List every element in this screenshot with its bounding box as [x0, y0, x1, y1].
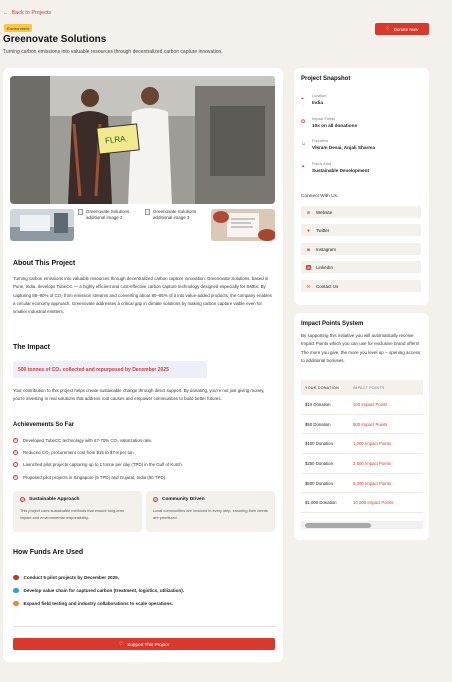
contact-us-link[interactable]: ✉ Contact Us — [301, 280, 421, 292]
about-heading: About This Project — [13, 260, 76, 267]
impact-points-heading: Impact Points System — [301, 321, 364, 327]
scrollbar-thumb[interactable] — [305, 523, 371, 528]
bullet-dot-icon — [13, 600, 19, 607]
list-item: ✓ Developed TubeCC technology with 67-70%… — [13, 437, 153, 443]
about-text: Turning carbon emissions into valuable r… — [13, 276, 272, 315]
list-item: Develop value chain for captured carbon … — [13, 584, 275, 597]
impact-points-table: YOUR DONATION IMPACT POINTS $10 Donation… — [301, 380, 423, 520]
divider — [13, 626, 275, 627]
list-item: ✓ Reduced CO₂ procurement cost from $15 t… — [13, 449, 135, 455]
bullet-dot-icon — [13, 587, 19, 594]
check-circle-icon: ✓ — [20, 497, 25, 502]
heart-icon: ♡ — [119, 641, 124, 646]
page-subtitle: Turning carbon emissions into valuable r… — [3, 49, 223, 55]
image-thumbnails: Greenovate Solutions additional image 2 … — [10, 209, 275, 241]
users-icon: ☺ — [301, 141, 307, 147]
project-snapshot-card: Project Snapshot ⌖ Location India ✪ Impac… — [294, 68, 429, 305]
table-row: $250 Donation 2,500 Impact Points — [301, 454, 423, 474]
list-item: ✓ Launched pilot projects capturing up to… — [13, 462, 183, 468]
feature-card-sustainable: ✓ Sustainable Approach This project uses … — [13, 491, 142, 532]
thumbnail-image-1[interactable] — [10, 209, 74, 241]
linkedin-link[interactable]: in LinkedIn — [301, 261, 421, 273]
table-header: YOUR DONATION IMPACT POINTS — [301, 380, 423, 395]
thumbnail-image-3[interactable]: Greenovate Solutions additional image 3 — [145, 209, 209, 221]
list-item: Conduct 5 pilot projects by December 202… — [13, 571, 275, 584]
horizontal-scrollbar[interactable] — [301, 521, 423, 529]
impact-highlight: 500 tonnes of CO₂ collected and repurpos… — [13, 361, 207, 378]
bullet-dot-icon — [13, 574, 19, 581]
feature-card-community: ✓ Community Driven Local communities are … — [146, 491, 275, 532]
table-row: $10 Donation 100 Impact Points — [301, 395, 423, 415]
project-main-card: FLRA Greenovate Solutions additional ima… — [3, 68, 283, 662]
table-row: $50 Donation 500 Impact Points — [301, 415, 423, 435]
connect-heading: Connect With Us — [301, 194, 337, 199]
heart-icon: ♡ — [385, 26, 390, 31]
mail-icon: ✉ — [306, 283, 311, 289]
snapshot-focus-area: ✦ Focus Area Sustainable Development — [301, 162, 370, 173]
twitter-link[interactable]: ♥ Twitter — [301, 224, 421, 236]
achievements-heading: Achievements So Far — [13, 422, 75, 428]
snapshot-impact-points: ✪ Impact Points 10x on all donations — [301, 117, 358, 128]
snapshot-founders: ☺ Founders Vikram Desai, Anjali Sharma — [301, 139, 376, 150]
support-project-button[interactable]: ♡ Support This Project — [13, 638, 275, 650]
list-item: ✓ Proposed pilot projects in Singapore (5… — [13, 474, 167, 480]
funds-list: Conduct 5 pilot projects by December 202… — [13, 571, 275, 610]
globe-icon: ⊕ — [306, 209, 311, 215]
check-circle-icon: ✓ — [13, 462, 18, 468]
category-tag: Environment — [4, 24, 33, 32]
table-row: $500 Donation 5,000 Impact Points — [301, 474, 423, 494]
check-circle-icon: ✓ — [13, 474, 18, 480]
map-pin-icon: ⌖ — [301, 96, 304, 102]
check-circle-icon: ✓ — [13, 437, 18, 443]
table-row: $1,000 Donation 10,000 Impact Points — [301, 493, 423, 514]
website-link[interactable]: ⊕ Website — [301, 206, 421, 218]
impact-points-card: Impact Points System By supporting this … — [294, 313, 429, 540]
impact-points-description: By supporting this initiative you will a… — [301, 333, 421, 363]
instagram-link[interactable]: ◙ Instagram — [301, 243, 421, 255]
lightbulb-icon: ✦ — [301, 164, 306, 170]
funds-heading: How Funds Are Used — [13, 549, 84, 556]
page-title: Greenovate Solutions — [3, 34, 107, 45]
thumbnail-image-2[interactable]: Greenovate Solutions additional image 2 — [78, 209, 140, 221]
thumbnail-image-4[interactable] — [211, 209, 275, 241]
arrow-left-icon: ← — [3, 10, 9, 16]
check-circle-icon: ✓ — [13, 449, 18, 455]
award-icon: ✪ — [301, 119, 306, 125]
achievements-list: ✓ Developed TubeCC technology with 67-70%… — [13, 434, 275, 483]
broken-image-icon — [78, 209, 83, 215]
check-circle-icon: ✓ — [153, 497, 158, 502]
linkedin-icon: in — [306, 264, 311, 270]
list-item: Expand field testing and industry collab… — [13, 597, 275, 610]
table-row: $100 Donation 1,000 Impact Points — [301, 434, 423, 455]
snapshot-location: ⌖ Location India — [301, 94, 327, 105]
impact-heading: The Impact — [13, 344, 50, 351]
hero-photo: FLRA — [10, 76, 275, 204]
donate-now-button[interactable]: ♡ Donate Now — [375, 23, 429, 35]
snapshot-heading: Project Snapshot — [301, 76, 351, 82]
back-to-projects-link[interactable]: ← Back to Projects — [3, 10, 51, 16]
broken-image-icon — [145, 209, 150, 215]
impact-text: Your contribution to this project helps … — [13, 388, 265, 402]
instagram-icon: ◙ — [307, 246, 310, 252]
twitter-icon: ♥ — [307, 227, 310, 233]
